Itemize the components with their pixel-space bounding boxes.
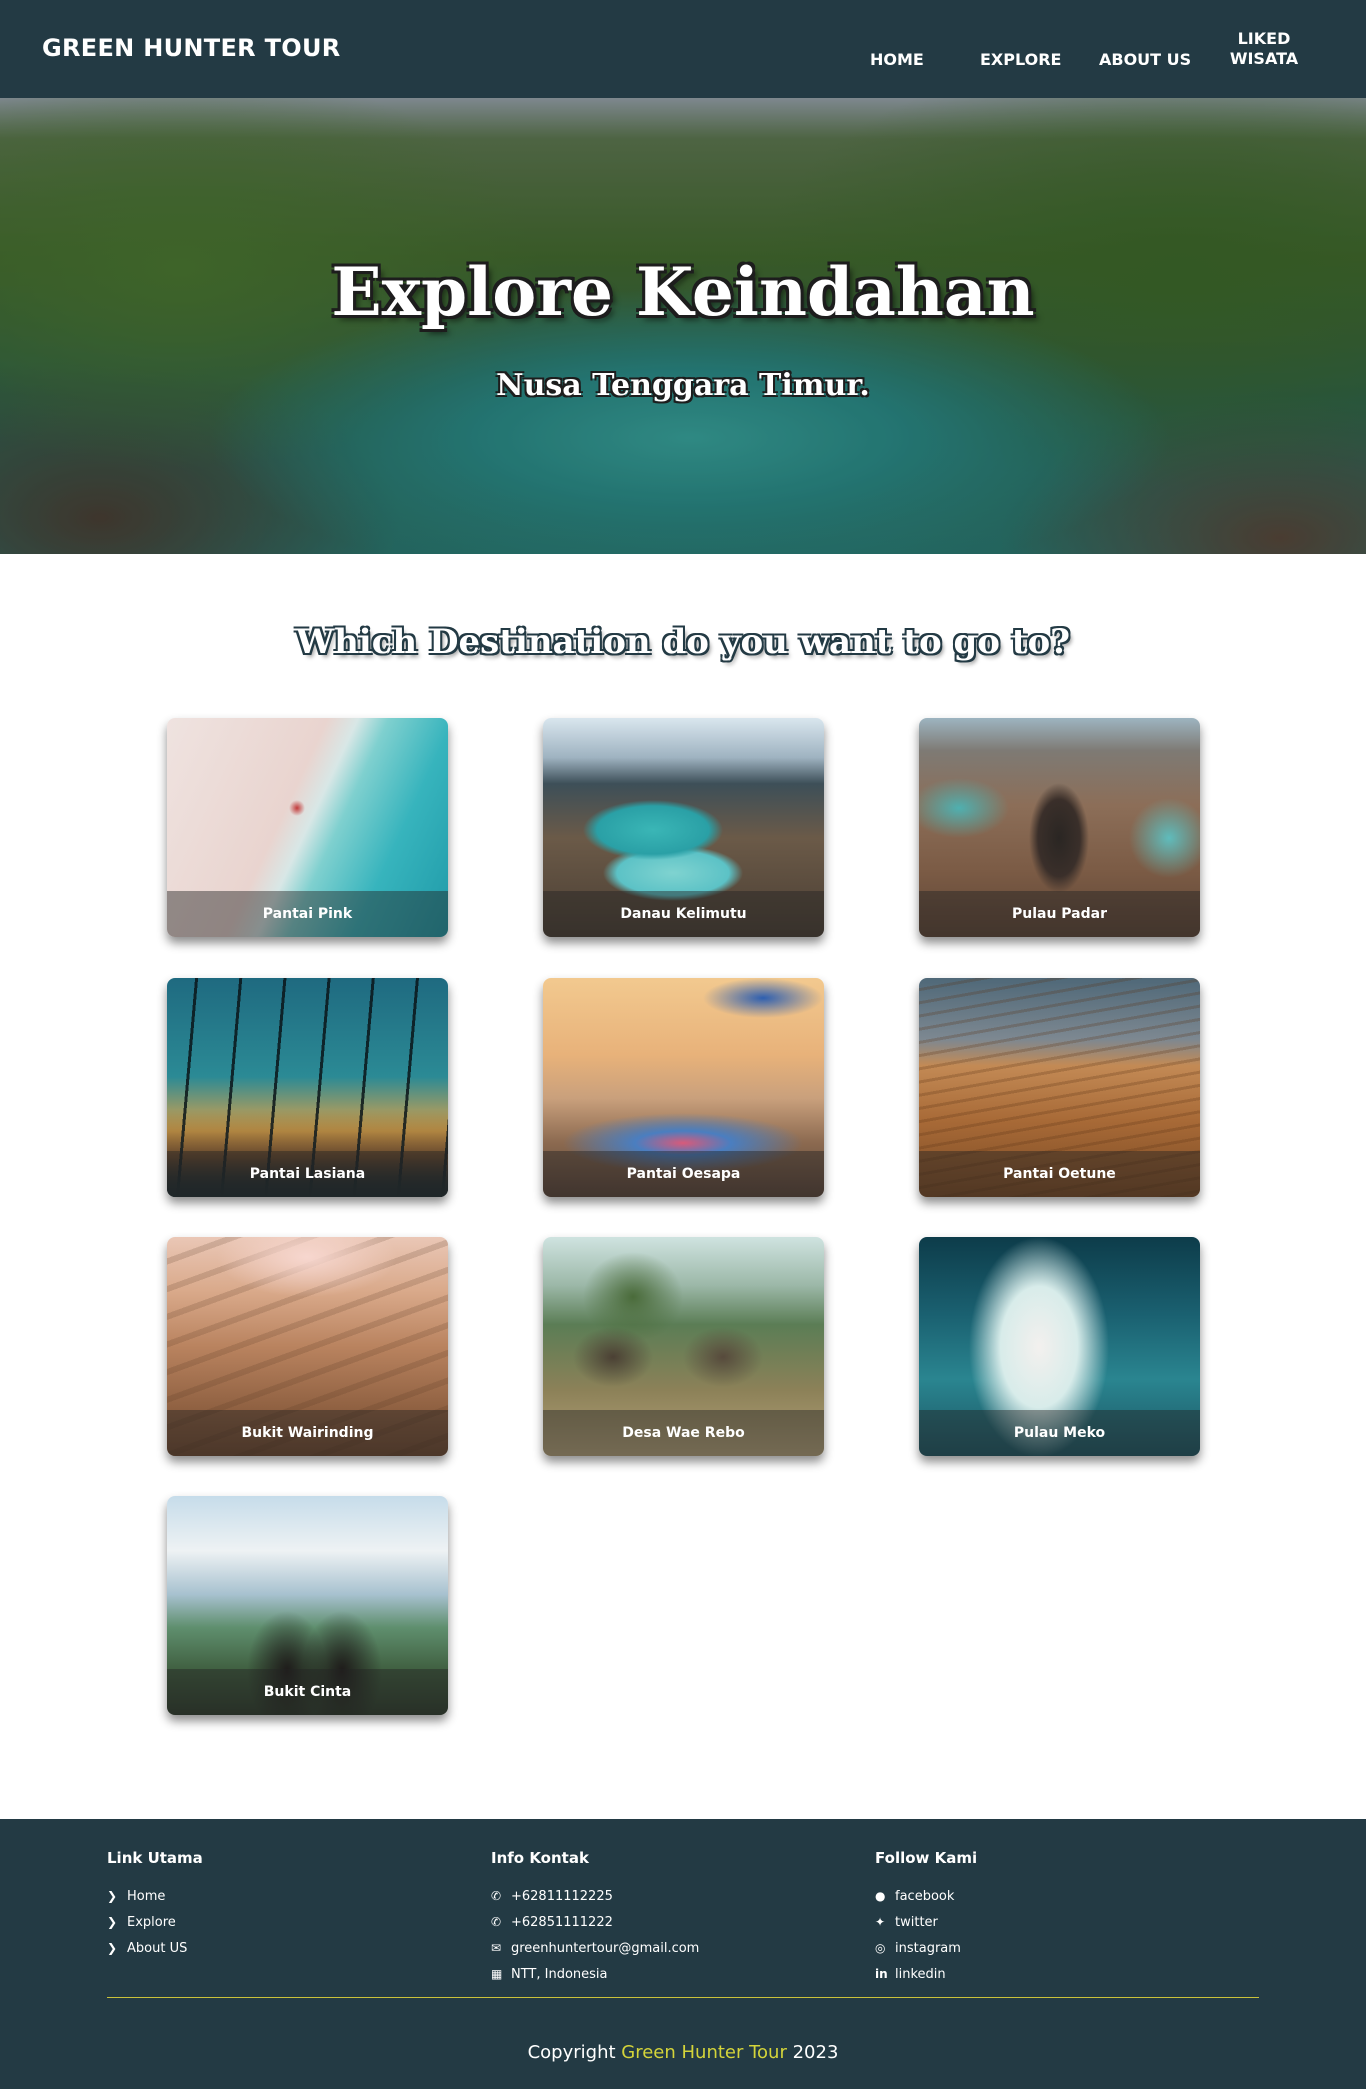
destination-card-desa-wae-rebo[interactable]: Desa Wae Rebo	[543, 1237, 824, 1456]
footer-info-kontak: Info Kontak ✆ +62811112225 ✆ +62851111222 …	[491, 1849, 699, 1987]
nav-liked-line1: LIKED	[1237, 29, 1291, 48]
social-facebook[interactable]: ● facebook	[875, 1883, 977, 1909]
destination-caption: Pantai Lasiana	[167, 1151, 448, 1197]
footer-heading: Link Utama	[107, 1849, 203, 1867]
footer-heading: Follow Kami	[875, 1849, 978, 1867]
social-label: linkedin	[895, 1966, 946, 1982]
copyright-brand: Green Hunter Tour	[621, 2042, 787, 2063]
phone-icon: ✆	[491, 1915, 502, 1929]
nav-liked-line2: WISATA	[1229, 49, 1299, 68]
hero-subtitle: Nusa Tenggara Timur.	[496, 368, 870, 403]
chevron-right-icon: ❯	[107, 1941, 118, 1955]
footer-link-explore[interactable]: ❯ Explore	[107, 1909, 203, 1935]
brand-logo-text[interactable]: GREEN HUNTER TOUR	[42, 34, 341, 62]
contact-value: +62811112225	[511, 1888, 613, 1904]
footer-heading: Info Kontak	[491, 1849, 589, 1867]
destination-caption: Bukit Wairinding	[167, 1410, 448, 1456]
linkedin-icon: in	[875, 1967, 888, 1981]
destinations-heading: Which Destination do you want to go to?	[295, 622, 1071, 662]
contact-email[interactable]: ✉ greenhuntertour@gmail.com	[491, 1935, 699, 1961]
chevron-right-icon: ❯	[107, 1889, 118, 1903]
copyright-year: 2023	[792, 2042, 839, 2063]
destination-card-pantai-pink[interactable]: Pantai Pink	[167, 718, 448, 937]
destination-caption: Pantai Oetune	[919, 1151, 1200, 1197]
social-twitter[interactable]: ✦ twitter	[875, 1909, 977, 1935]
contact-value: greenhuntertour@gmail.com	[511, 1940, 700, 1956]
contact-phone-2[interactable]: ✆ +62851111222	[491, 1909, 699, 1935]
destination-card-pantai-oetune[interactable]: Pantai Oetune	[919, 978, 1200, 1197]
destination-caption: Desa Wae Rebo	[543, 1410, 824, 1456]
nav-explore[interactable]: EXPLORE	[980, 50, 1061, 70]
hero-title: Explore Keindahan	[331, 253, 1035, 331]
footer-link-about[interactable]: ❯ About US	[107, 1935, 203, 1961]
nav-home[interactable]: HOME	[870, 50, 924, 70]
destination-caption: Pulau Meko	[919, 1410, 1200, 1456]
destination-caption: Pantai Oesapa	[543, 1151, 824, 1197]
social-label: instagram	[895, 1940, 961, 1956]
destination-caption: Pantai Pink	[167, 891, 448, 937]
destination-card-bukit-cinta[interactable]: Bukit Cinta	[167, 1496, 448, 1715]
social-label: twitter	[895, 1914, 938, 1930]
contact-phone-1[interactable]: ✆ +62811112225	[491, 1883, 699, 1909]
nav-liked-wisata[interactable]: LIKED WISATA	[1224, 29, 1304, 69]
copyright-prefix: Copyright	[527, 2042, 616, 2063]
social-linkedin[interactable]: in linkedin	[875, 1961, 977, 1987]
social-instagram[interactable]: ◎ instagram	[875, 1935, 977, 1961]
footer-divider	[107, 1997, 1259, 1998]
footer-link-home[interactable]: ❯ Home	[107, 1883, 203, 1909]
contact-location: ▦ NTT, Indonesia	[491, 1961, 699, 1987]
destination-card-bukit-wairinding[interactable]: Bukit Wairinding	[167, 1237, 448, 1456]
destination-card-pulau-meko[interactable]: Pulau Meko	[919, 1237, 1200, 1456]
destination-card-pantai-oesapa[interactable]: Pantai Oesapa	[543, 978, 824, 1197]
destination-caption: Pulau Padar	[919, 891, 1200, 937]
contact-value: +62851111222	[511, 1914, 613, 1930]
footer: Link Utama ❯ Home ❯ Explore ❯ About US Info…	[0, 1819, 1366, 2089]
destination-card-pantai-lasiana[interactable]: Pantai Lasiana	[167, 978, 448, 1197]
destination-card-danau-kelimutu[interactable]: Danau Kelimutu	[543, 718, 824, 937]
map-icon: ▦	[491, 1967, 503, 1981]
footer-link-label: Home	[127, 1888, 166, 1904]
destination-card-pulau-padar[interactable]: Pulau Padar	[919, 718, 1200, 937]
navbar: GREEN HUNTER TOUR HOME EXPLORE ABOUT US …	[0, 0, 1366, 98]
social-label: facebook	[895, 1888, 955, 1904]
facebook-icon: ●	[875, 1889, 886, 1903]
hero-banner: Explore Keindahan Nusa Tenggara Timur.	[0, 98, 1366, 554]
footer-link-utama: Link Utama ❯ Home ❯ Explore ❯ About US	[107, 1849, 203, 1961]
phone-icon: ✆	[491, 1889, 502, 1903]
twitter-icon: ✦	[875, 1915, 886, 1929]
envelope-icon: ✉	[491, 1941, 502, 1955]
instagram-icon: ◎	[875, 1941, 886, 1955]
contact-value: NTT, Indonesia	[511, 1966, 608, 1982]
footer-follow-kami: Follow Kami ● facebook ✦ twitter ◎ instagra…	[875, 1849, 977, 1987]
copyright: Copyright Green Hunter Tour 2023	[0, 2042, 1366, 2063]
chevron-right-icon: ❯	[107, 1915, 118, 1929]
footer-link-label: About US	[127, 1940, 188, 1956]
destination-caption: Bukit Cinta	[167, 1669, 448, 1715]
nav-about-us[interactable]: ABOUT US	[1099, 50, 1191, 70]
footer-link-label: Explore	[127, 1914, 176, 1930]
destination-caption: Danau Kelimutu	[543, 891, 824, 937]
